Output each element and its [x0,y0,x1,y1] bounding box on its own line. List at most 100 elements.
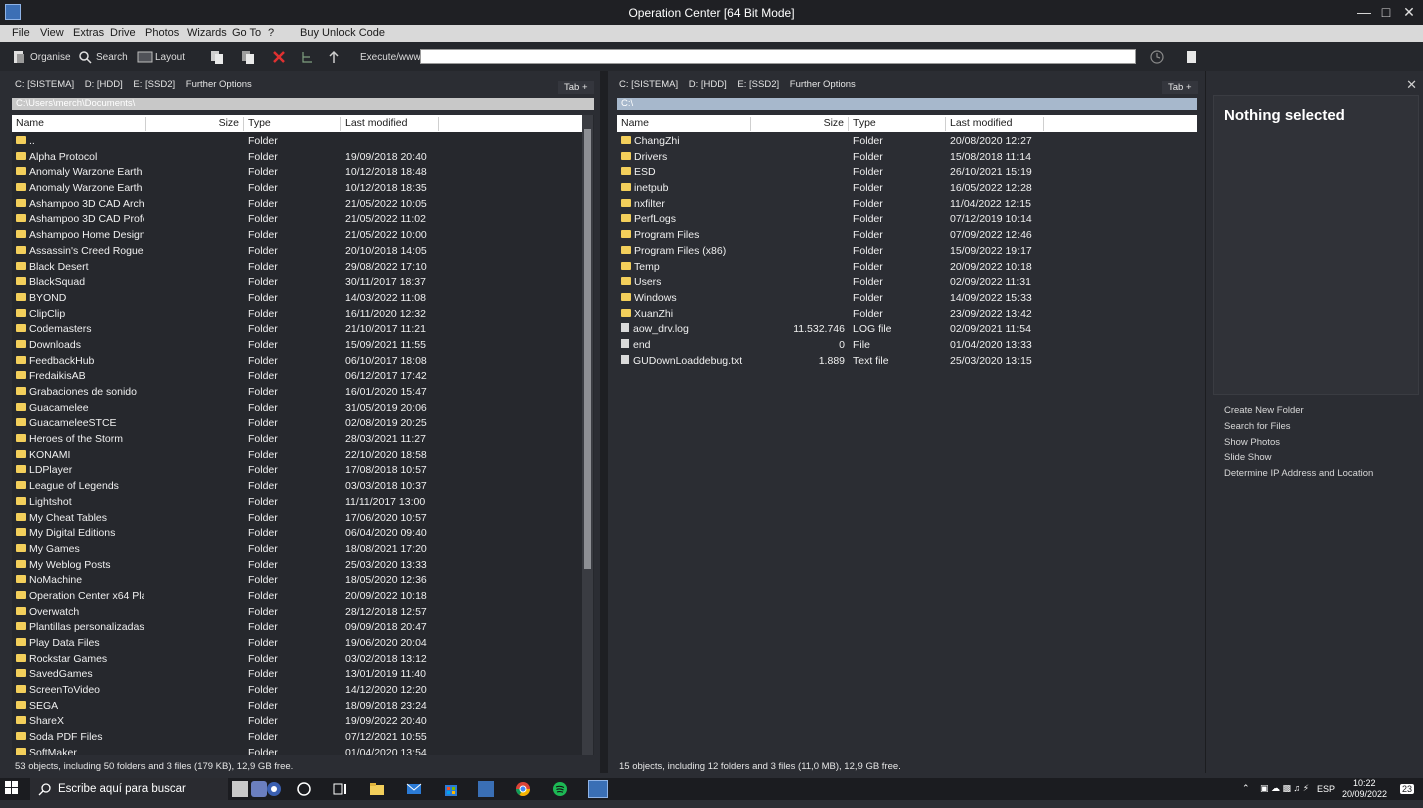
table-row[interactable]: League of Legends Folder 03/03/2018 10:37 [12,479,594,495]
drive-d[interactable]: D: [HDD] [689,79,727,90]
table-row[interactable]: Ashampoo 3D CAD Archi... Folder 21/05/2022… [12,197,594,213]
table-row[interactable]: My Weblog Posts Folder 25/03/2020 13:33 [12,558,594,574]
table-row[interactable]: KONAMI Folder 22/10/2020 18:58 [12,448,594,464]
menu-go-to[interactable]: Go To [232,27,261,39]
table-row[interactable]: ChangZhi Folder 20/08/2020 12:27 [617,134,1197,150]
table-row[interactable]: Grabaciones de sonido Folder 16/01/2020 15… [12,385,594,401]
table-row[interactable]: Downloads Folder 15/09/2021 11:55 [12,338,594,354]
table-row[interactable]: Temp Folder 20/09/2022 10:18 [617,260,1197,276]
table-row[interactable]: inetpub Folder 16/05/2022 12:28 [617,181,1197,197]
menu-photos[interactable]: Photos [145,27,179,39]
menu-view[interactable]: View [40,27,64,39]
further-options[interactable]: Further Options [790,79,856,90]
table-row[interactable]: Operation Center x64 Pla... Folder 20/09/2… [12,589,594,605]
clock-time[interactable]: 10:22 [1353,778,1376,788]
table-row[interactable]: ClipClip Folder 16/11/2020 12:32 [12,307,594,323]
menu-buy-unlock-code[interactable]: Buy Unlock Code [300,27,385,39]
table-row[interactable]: aow_drv.log 11.532.746 LOG file 02/09/2021 … [617,322,1197,338]
document-button[interactable] [1185,48,1199,66]
close-icon[interactable]: ✕ [1399,3,1419,21]
column-type[interactable]: Type [244,117,341,131]
store-icon[interactable] [443,781,459,797]
table-row[interactable]: Program Files (x86) Folder 15/09/2022 19:1… [617,244,1197,260]
tray-icons[interactable]: ▣ ☁ ▩ ♫ ⚡ [1260,783,1309,794]
cortana-icon[interactable] [296,781,312,797]
menu-extras[interactable]: Extras [73,27,104,39]
table-row[interactable]: NoMachine Folder 18/05/2020 12:36 [12,573,594,589]
notification-count[interactable]: 23 [1400,784,1415,794]
table-row[interactable]: Lightshot Folder 11/11/2017 13:00 [12,495,594,511]
table-row[interactable]: Windows Folder 14/09/2022 15:33 [617,291,1197,307]
app-running-icon[interactable] [478,781,494,797]
table-row[interactable]: ShareX Folder 19/09/2022 20:40 [12,714,594,730]
column-name[interactable]: Name [12,117,146,131]
drive-e[interactable]: E: [SSD2] [133,79,175,90]
drive-e[interactable]: E: [SSD2] [737,79,779,90]
menu-file[interactable]: File [12,27,30,39]
column-name[interactable]: Name [617,117,751,131]
delete-button[interactable] [272,48,286,66]
copy-button[interactable] [210,48,224,66]
table-row[interactable]: BlackSquad Folder 30/11/2017 18:37 [12,275,594,291]
column-last-modified[interactable]: Last modified [946,117,1044,131]
taskbar-search[interactable]: Escribe aquí para buscar [30,778,228,800]
table-row[interactable]: Rockstar Games Folder 03/02/2018 13:12 [12,652,594,668]
minimize-icon[interactable]: — [1354,3,1374,21]
show-photos-link[interactable]: Show Photos [1224,437,1280,448]
column-last-modified[interactable]: Last modified [341,117,439,131]
table-row[interactable]: Play Data Files Folder 19/06/2020 20:04 [12,636,594,652]
table-row[interactable]: My Games Folder 18/08/2021 17:20 [12,542,594,558]
determine-ip-link[interactable]: Determine IP Address and Location [1224,468,1373,479]
pane-divider[interactable] [600,71,608,773]
table-row[interactable]: FredaikisAB Folder 06/12/2017 17:42 [12,369,594,385]
execute-input[interactable] [420,49,1136,64]
table-row[interactable]: PerfLogs Folder 07/12/2019 10:14 [617,212,1197,228]
table-row[interactable]: Black Desert Folder 29/08/2022 17:10 [12,260,594,276]
table-row[interactable]: Soda PDF Files Folder 07/12/2021 10:55 [12,730,594,746]
table-row[interactable]: My Digital Editions Folder 06/04/2020 09:4… [12,526,594,542]
table-row[interactable]: nxfilter Folder 11/04/2022 12:15 [617,197,1197,213]
up-button[interactable] [327,48,341,66]
tab-plus-button[interactable]: Tab + [558,81,594,94]
menu-wizards[interactable]: Wizards [187,27,227,39]
table-row[interactable]: Anomaly Warzone Earth -... Folder 10/12/20… [12,181,594,197]
chevron-up-icon[interactable]: ⌃ [1242,783,1250,794]
table-row[interactable]: Plantillas personalizadas ... Folder 09/09… [12,620,594,636]
table-row[interactable]: ESD Folder 26/10/2021 15:19 [617,165,1197,181]
maximize-icon[interactable]: □ [1376,3,1396,21]
drive-c[interactable]: C: [SISTEMA] [619,79,678,90]
operation-center-taskbar-icon[interactable] [588,780,608,798]
table-row[interactable]: Drivers Folder 15/08/2018 11:14 [617,150,1197,166]
table-row[interactable]: XuanZhi Folder 23/09/2022 13:42 [617,307,1197,323]
spotify-icon[interactable] [552,781,568,797]
left-scroll-thumb[interactable] [584,129,591,569]
menu-help[interactable]: ? [268,27,274,39]
tree-button[interactable] [300,48,314,66]
drive-d[interactable]: D: [HDD] [85,79,123,90]
table-row[interactable]: Guacamelee Folder 31/05/2019 20:06 [12,401,594,417]
table-row[interactable]: Ashampoo Home Design 7 Folder 21/05/2022 1… [12,228,594,244]
app-pinned-icon[interactable] [232,781,248,797]
drive-c[interactable]: C: [SISTEMA] [15,79,74,90]
table-row[interactable]: BYOND Folder 14/03/2022 11:08 [12,291,594,307]
column-type[interactable]: Type [849,117,946,131]
table-row[interactable]: Alpha Protocol Folder 19/09/2018 20:40 [12,150,594,166]
further-options[interactable]: Further Options [186,79,252,90]
column-size[interactable]: Size [146,117,244,131]
clock-date[interactable]: 20/09/2022 [1342,789,1387,799]
history-button[interactable] [1150,48,1164,66]
table-row[interactable]: My Cheat Tables Folder 17/06/2020 10:57 [12,511,594,527]
table-row[interactable]: Overwatch Folder 28/12/2018 12:57 [12,605,594,621]
right-path-bar[interactable]: C:\ [617,98,1197,110]
column-size[interactable]: Size [751,117,849,131]
move-button[interactable] [241,48,255,66]
organise-button[interactable]: Organise [12,48,71,66]
table-row[interactable]: .. Folder [12,134,594,150]
table-row[interactable]: Program Files Folder 07/09/2022 12:46 [617,228,1197,244]
table-row[interactable]: Ashampoo 3D CAD Profe... Folder 21/05/2022… [12,212,594,228]
layout-button[interactable]: Layout [137,48,185,66]
task-view-icon[interactable] [332,781,348,797]
search-button[interactable]: Search [78,48,128,66]
table-row[interactable]: Heroes of the Storm Folder 28/03/2021 11:2… [12,432,594,448]
chrome-icon[interactable] [515,781,531,797]
